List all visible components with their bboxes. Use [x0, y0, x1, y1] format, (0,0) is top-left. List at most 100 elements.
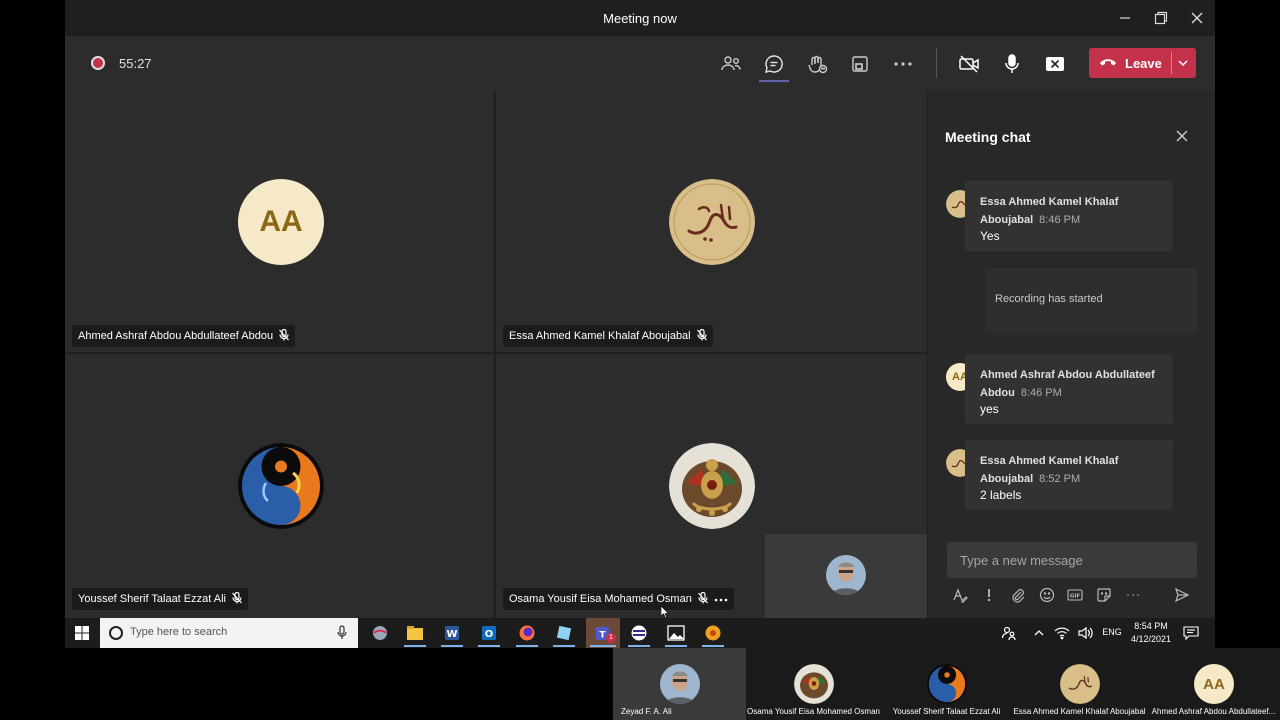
microphone-icon[interactable] — [1000, 52, 1024, 76]
yin-yang-fire-ice-avatar-icon — [238, 443, 324, 529]
ottoman-emblem-avatar-icon — [794, 664, 834, 704]
participant-name: Youssef Sherif Talaat Ezzat Ali — [78, 593, 226, 605]
filmstrip-name: Essa Ahmed Kamel Khalaf Aboujabal — [1013, 707, 1146, 716]
outlook-icon[interactable]: O — [477, 621, 501, 647]
user-photo-icon — [660, 664, 700, 704]
participants-icon[interactable] — [719, 52, 743, 76]
camera-off-icon[interactable] — [957, 52, 981, 76]
close-icon[interactable] — [1173, 127, 1191, 145]
message-text: yes — [980, 402, 999, 416]
notifications-icon[interactable] — [1179, 621, 1203, 645]
message-time: 8:46 PM — [1020, 387, 1062, 399]
leave-button[interactable]: Leave — [1089, 48, 1196, 78]
notification-badge: 1 — [606, 633, 616, 643]
message-time: 8:52 PM — [1039, 473, 1081, 485]
participant-name-tag: Osama Yousif Eisa Mohamed Osman — [503, 588, 734, 610]
recording-started-notice: Recording has started — [985, 268, 1197, 333]
emoji-icon[interactable] — [1037, 585, 1057, 605]
avatar — [669, 443, 755, 529]
photos-icon[interactable] — [664, 621, 688, 647]
participant-name-tag: Ahmed Ashraf Abdou Abdullateef Abdou — [72, 325, 296, 347]
chat-message[interactable]: Essa Ahmed Kamel Khalaf Aboujabal 8:52 PM… — [965, 440, 1173, 510]
network-icon[interactable] — [1050, 621, 1074, 645]
windows-start-icon[interactable] — [70, 621, 94, 645]
volume-icon[interactable] — [1073, 621, 1097, 645]
participant-tile[interactable]: AA Ahmed Ashraf Abdou Abdullateef Abdou — [65, 91, 494, 352]
message-author: Essa Ahmed Kamel Khalaf Aboujabal 8:46 PM — [980, 196, 1119, 226]
taskbar-search-box[interactable]: Type here to search — [100, 618, 358, 648]
app-store-icon[interactable] — [552, 621, 576, 647]
firefox-icon[interactable] — [515, 621, 539, 647]
chevron-down-icon[interactable] — [1177, 57, 1189, 72]
more-options-icon[interactable] — [1123, 585, 1143, 605]
message-text: Yes — [980, 229, 1000, 243]
avatar — [1060, 664, 1100, 704]
close-window-icon[interactable] — [1186, 8, 1208, 28]
format-icon[interactable] — [950, 585, 970, 605]
mic-muted-icon — [696, 328, 707, 344]
attach-icon[interactable] — [1008, 585, 1028, 605]
chevron-up-icon[interactable] — [1027, 621, 1051, 645]
file-explorer-icon[interactable] — [403, 621, 427, 647]
yin-yang-fire-ice-avatar-icon — [927, 664, 967, 704]
window-title: Meeting now — [603, 11, 677, 26]
message-input[interactable] — [947, 542, 1197, 578]
filmstrip-item[interactable]: Zeyad F. A. Ali — [613, 648, 746, 720]
filmstrip-item[interactable]: Essa Ahmed Kamel Khalaf Aboujabal — [1013, 648, 1146, 720]
filmstrip-name: Zeyad F. A. Ali — [621, 707, 672, 716]
recording-indicator-icon — [91, 56, 105, 70]
participant-name-tag: Essa Ahmed Kamel Khalaf Aboujabal — [503, 325, 713, 347]
filmstrip-name: Ahmed Ashraf Abdou Abdullateef... — [1151, 707, 1276, 716]
word-icon[interactable]: W — [440, 621, 464, 647]
mic-muted-icon — [697, 591, 708, 607]
self-video-preview[interactable] — [765, 534, 927, 618]
teams-icon[interactable]: T 1 — [586, 618, 620, 648]
tile-more-options-icon[interactable] — [714, 593, 728, 605]
participant-tile[interactable]: Youssef Sherif Talaat Ezzat Ali — [65, 354, 494, 618]
send-icon[interactable] — [1172, 585, 1192, 605]
more-actions-icon[interactable] — [891, 52, 915, 76]
maximize-icon[interactable] — [1150, 8, 1172, 28]
stop-sharing-icon[interactable] — [1043, 52, 1067, 76]
title-bar: Meeting now — [65, 0, 1215, 36]
chat-message[interactable]: Essa Ahmed Kamel Khalaf Aboujabal 8:46 PM… — [965, 181, 1173, 251]
media-player-icon[interactable] — [627, 621, 651, 647]
avatar: AA — [1194, 664, 1234, 704]
filmstrip-item[interactable]: Osama Yousif Eisa Mohamed Osman — [747, 648, 880, 720]
participant-tile[interactable]: Essa Ahmed Kamel Khalaf Aboujabal — [496, 91, 927, 352]
language-indicator[interactable]: ENG — [1098, 626, 1126, 639]
ottoman-emblem-avatar-icon — [669, 443, 755, 529]
sticker-icon[interactable] — [1094, 585, 1114, 605]
reactions-icon[interactable] — [805, 52, 829, 76]
people-icon[interactable] — [997, 621, 1021, 645]
calligraphy-avatar-icon — [1060, 664, 1100, 704]
chat-icon[interactable] — [759, 52, 789, 82]
app-generic-icon[interactable] — [368, 621, 392, 645]
share-screen-icon[interactable] — [848, 52, 872, 76]
compose-box[interactable] — [947, 542, 1197, 578]
taskbar-clock[interactable]: 8:54 PM 4/12/2021 — [1125, 620, 1177, 646]
microphone-icon[interactable] — [337, 625, 347, 646]
filmstrip-item[interactable]: Youssef Sherif Talaat Ezzat Ali — [880, 648, 1013, 720]
search-placeholder: Type here to search — [130, 626, 228, 638]
svg-text:GIF: GIF — [1070, 594, 1081, 600]
message-text: 2 labels — [980, 488, 1022, 502]
hang-up-icon — [1099, 56, 1117, 71]
meeting-chat-panel: Meeting chat Essa Ahmed Kamel Khalaf Abo… — [928, 91, 1215, 618]
app-orange-icon[interactable] — [701, 621, 725, 647]
message-time: 8:46 PM — [1039, 214, 1081, 226]
user-photo-icon — [826, 555, 866, 595]
svg-text:O: O — [485, 629, 494, 640]
avatar — [826, 555, 866, 595]
filmstrip-item[interactable]: AA Ahmed Ashraf Abdou Abdullateef... — [1147, 648, 1280, 720]
leave-divider — [1171, 52, 1172, 74]
gif-icon[interactable]: GIF — [1065, 585, 1085, 605]
leave-label: Leave — [1125, 56, 1162, 71]
chat-message[interactable]: Ahmed Ashraf Abdou Abdullateef Abdou 8:46… — [965, 354, 1173, 424]
mic-muted-icon — [279, 328, 290, 344]
meeting-timer: 55:27 — [119, 56, 152, 71]
minimize-icon[interactable] — [1114, 8, 1136, 28]
teams-meeting-window: Meeting now 55:27 Leave AA Ahmed Ashraf … — [65, 0, 1215, 648]
avatar — [660, 664, 700, 704]
important-icon[interactable] — [979, 585, 999, 605]
